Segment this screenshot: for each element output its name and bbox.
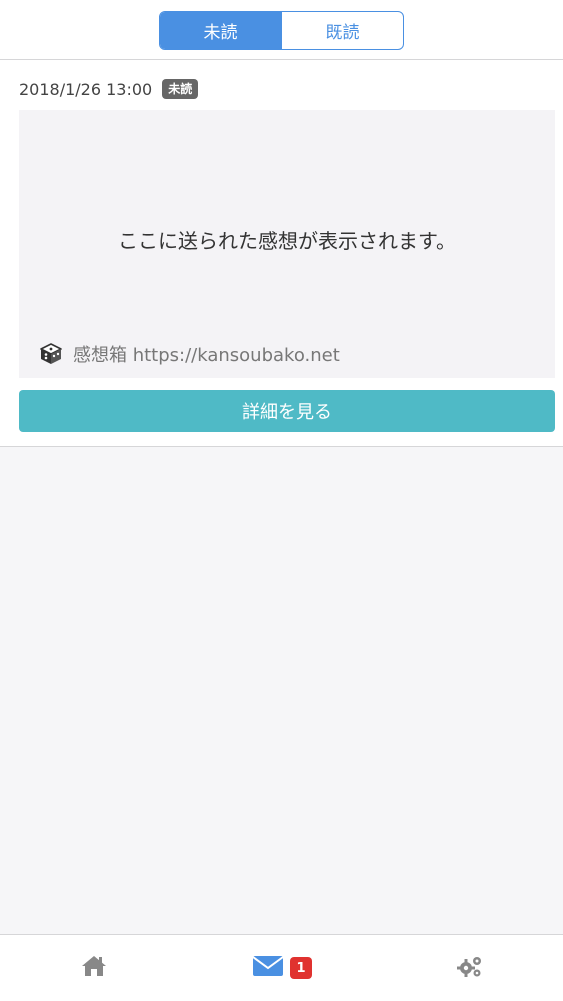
segment-read[interactable]: 既読: [281, 12, 403, 49]
message-preview: ここに送られた感想が表示されます。 感想箱 https://kansoubako…: [19, 110, 555, 378]
bottom-tab-bar: 1: [0, 934, 563, 1001]
dice-icon: [39, 342, 63, 366]
message-timestamp: 2018/1/26 13:00: [19, 79, 153, 99]
read-status-segmented-control: 未読 既読: [159, 11, 404, 50]
gears-icon: [456, 954, 484, 982]
top-header: 未読 既読: [0, 0, 563, 60]
source-label: 感想箱 https://kansoubako.net: [73, 345, 340, 366]
message-meta: 2018/1/26 13:00 未読: [19, 79, 199, 99]
view-details-button[interactable]: 詳細を見る: [19, 390, 555, 432]
status-badge: 未読: [162, 79, 199, 99]
home-icon: [80, 954, 108, 982]
unread-count-badge: 1: [290, 957, 312, 979]
source-line: 感想箱 https://kansoubako.net: [39, 341, 340, 367]
mail-icon: [252, 955, 284, 981]
tab-messages[interactable]: 1: [250, 953, 314, 983]
tab-settings[interactable]: [455, 953, 485, 983]
tab-home[interactable]: [79, 953, 109, 983]
segment-unread[interactable]: 未読: [160, 12, 281, 49]
message-card: 2018/1/26 13:00 未読 ここに送られた感想が表示されます。 感想箱…: [0, 60, 563, 447]
preview-text: ここに送られた感想が表示されます。: [118, 229, 456, 253]
